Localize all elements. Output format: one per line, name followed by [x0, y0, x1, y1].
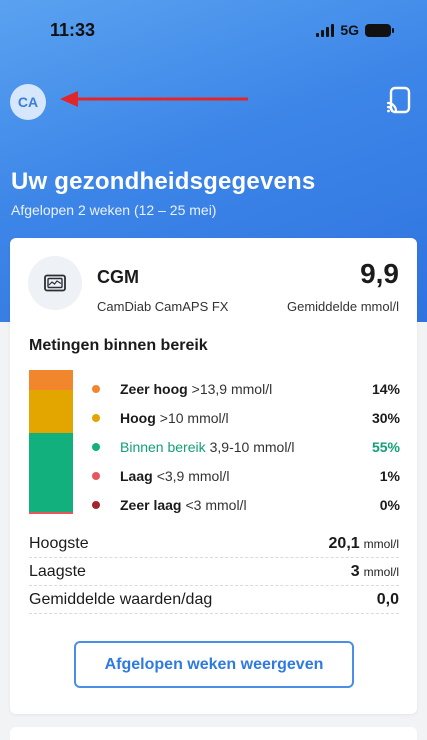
range-dot-icon [92, 471, 100, 480]
range-percent: 1% [379, 467, 400, 484]
stat-value: 0,0 [376, 590, 399, 608]
status-time: 11:33 [50, 20, 96, 40]
cgm-device-icon [28, 256, 82, 310]
range-dot-icon [92, 413, 100, 422]
battery-icon [365, 23, 394, 37]
stat-value: 3 [350, 562, 360, 580]
stat-unit: mmol/l [363, 536, 399, 551]
annotation-arrow [60, 91, 248, 107]
signal-icon [316, 23, 335, 37]
average-value: 9,9 [360, 258, 399, 289]
range-label: Hoog [120, 409, 156, 426]
page-title: Uw gezondheidsgegevens [11, 168, 316, 195]
avatar[interactable]: CA [10, 84, 46, 120]
range-bar-segment [29, 512, 73, 514]
range-threshold: >13,9 mmol/l [191, 380, 273, 397]
range-threshold: <3 mmol/l [185, 496, 247, 513]
range-threshold: 3,9-10 mmol/l [209, 438, 295, 455]
range-dot-icon [92, 442, 100, 451]
show-past-weeks-button[interactable]: Afgelopen weken weergeven [74, 641, 354, 688]
range-percent: 30% [371, 409, 400, 426]
cgm-title: CGM [97, 267, 139, 287]
next-card [10, 727, 417, 740]
range-label: Binnen bereik [120, 438, 206, 455]
stat-label: Hoogste [29, 534, 89, 552]
stat-row: Laagste 3 mmol/l [29, 558, 399, 586]
range-percent: 14% [371, 380, 400, 397]
stat-value: 20,1 [328, 534, 360, 552]
range-threshold: <3,9 mmol/l [156, 467, 230, 484]
stat-row: Hoogste 20,1 mmol/l [29, 530, 399, 558]
range-row: Laag <3,9 mmol/l 1% [92, 461, 400, 490]
cgm-device-name: CamDiab CamAPS FX [97, 299, 229, 314]
range-percent: 0% [379, 496, 400, 513]
cgm-card: CGM CamDiab CamAPS FX 9,9 Gemiddelde mmo… [10, 238, 417, 714]
range-dot-icon [92, 384, 100, 393]
page-subtitle: Afgelopen 2 weken (12 – 25 mei) [11, 202, 217, 218]
stat-row: Gemiddelde waarden/dag 0,0 [29, 586, 399, 614]
stat-label: Gemiddelde waarden/dag [29, 590, 213, 608]
range-row: Hoog >10 mmol/l 30% [92, 403, 400, 432]
range-bar-segment [29, 370, 73, 391]
status-indicators: 5G [316, 22, 394, 38]
cast-to-device-icon[interactable] [386, 86, 412, 114]
stat-label: Laagste [29, 562, 86, 580]
stats-list: Hoogste 20,1 mmol/l Laagste 3 mmol/l Gemiddeld… [29, 530, 399, 614]
stat-unit: mmol/l [363, 564, 399, 579]
network-label: 5G [340, 22, 359, 38]
range-label: Zeer laag [120, 496, 182, 513]
range-row: Zeer laag <3 mmol/l 0% [92, 490, 400, 519]
range-row: Zeer hoog >13,9 mmol/l 14% [92, 374, 400, 403]
range-row: Binnen bereik 3,9-10 mmol/l 55% [92, 432, 400, 461]
range-section-title: Metingen binnen bereik [29, 337, 208, 354]
range-stacked-bar [29, 370, 73, 514]
range-bar-segment [29, 390, 73, 434]
range-threshold: >10 mmol/l [159, 409, 229, 426]
average-label: Gemiddelde mmol/l [287, 299, 399, 314]
status-bar: 11:33 5G [0, 0, 427, 60]
range-dot-icon [92, 500, 100, 509]
range-label: Laag [120, 467, 153, 484]
range-bar-segment [29, 433, 73, 512]
range-legend: Zeer hoog >13,9 mmol/l 14% Hoog >10 mmol/l 30… [92, 374, 400, 519]
range-percent: 55% [371, 438, 400, 455]
range-label: Zeer hoog [120, 380, 188, 397]
